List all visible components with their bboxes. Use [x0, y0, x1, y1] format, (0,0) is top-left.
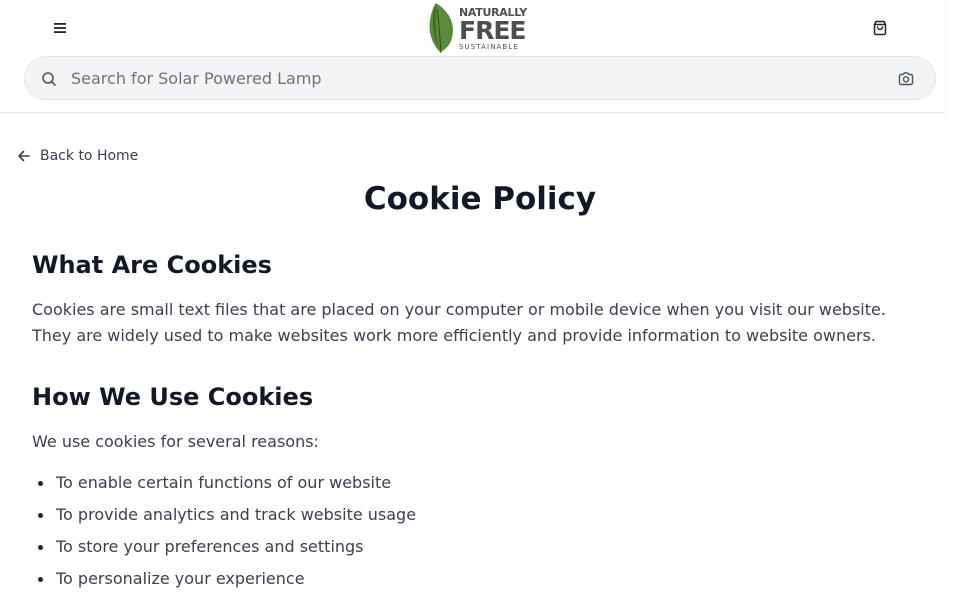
shopping-bag-icon	[873, 20, 887, 36]
list-item: To enable certain functions of our websi…	[32, 470, 416, 502]
search-icon	[39, 69, 59, 89]
page-title: Cookie Policy	[363, 181, 597, 217]
logo-line-2: FREE	[459, 16, 526, 45]
list-item: To provide analytics and track website u…	[32, 502, 416, 534]
section-paragraph-what-are-cookies: Cookies are small text files that are pl…	[32, 297, 932, 349]
list-item: To personalize your experience	[32, 566, 416, 598]
site-header: NATURALLY FREE SUSTAINABLE	[0, 0, 945, 113]
section-heading-what-are-cookies: What Are Cookies	[32, 251, 272, 279]
site-logo[interactable]: NATURALLY FREE SUSTAINABLE	[427, 0, 535, 56]
logo-wordmark: NATURALLY FREE SUSTAINABLE	[459, 5, 527, 51]
paragraph-line: Cookies are small text files that are pl…	[32, 300, 886, 319]
cart-button[interactable]	[868, 16, 892, 40]
camera-icon	[898, 72, 914, 86]
section-heading-how-we-use-cookies: How We Use Cookies	[32, 383, 314, 411]
menu-button[interactable]	[46, 16, 74, 40]
hamburger-menu-icon	[54, 23, 66, 33]
leaf-logo-icon	[429, 3, 454, 54]
back-to-home-link[interactable]: Back to Home	[17, 146, 138, 166]
logo-line-3: SUSTAINABLE	[459, 43, 519, 51]
cookie-uses-list: To enable certain functions of our websi…	[32, 470, 416, 598]
camera-search-button[interactable]	[895, 69, 917, 89]
search-input[interactable]	[69, 57, 889, 99]
arrow-left-icon	[18, 150, 30, 162]
search-bar	[24, 56, 936, 100]
section-intro-how-we-use-cookies: We use cookies for several reasons:	[32, 432, 319, 451]
list-item: To store your preferences and settings	[32, 534, 416, 566]
paragraph-line: They are widely used to make websites wo…	[32, 326, 876, 345]
back-link-label: Back to Home	[40, 148, 139, 164]
